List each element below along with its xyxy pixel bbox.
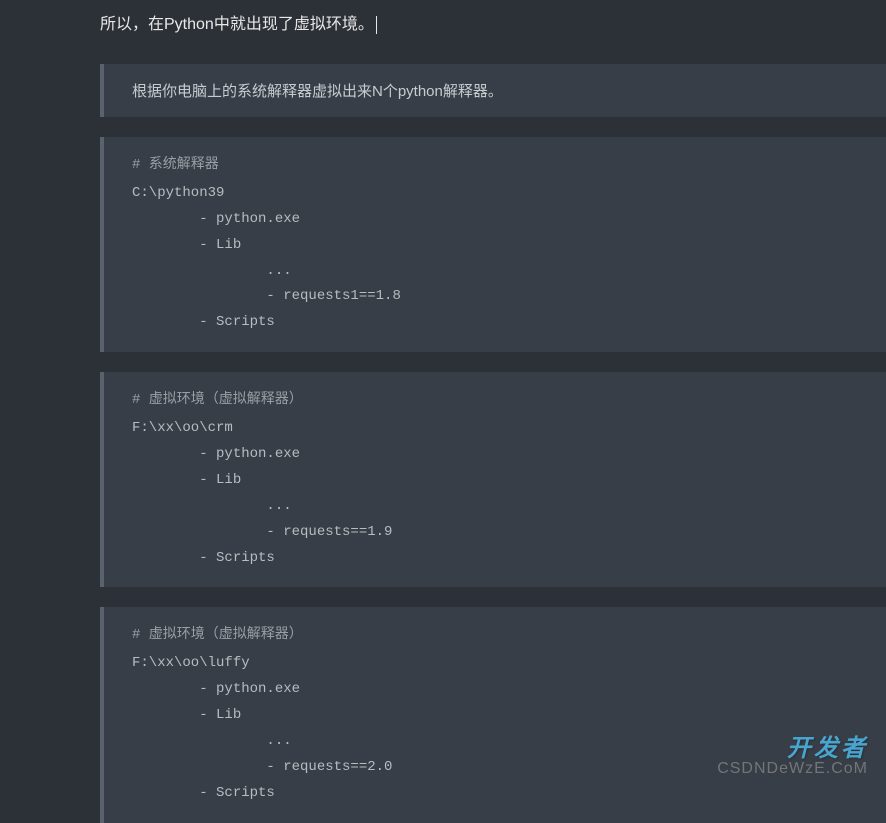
code-item: - python.exe	[132, 207, 858, 233]
code-item: ...	[132, 259, 858, 285]
code-block-2: # 虚拟环境（虚拟解释器） F:\xx\oo\crm - python.exe …	[100, 372, 886, 587]
code-path: C:\python39	[132, 181, 858, 207]
code-item: - Scripts	[132, 781, 858, 807]
quote-text: 根据你电脑上的系统解释器虚拟出来N个python解释器。	[132, 83, 503, 100]
code-item: - python.exe	[132, 442, 858, 468]
code-item: - Scripts	[132, 310, 858, 336]
intro-paragraph: 所以，在Python中就出现了虚拟环境。	[0, 0, 886, 34]
code-comment: # 系统解释器	[132, 153, 858, 179]
quote-block: 根据你电脑上的系统解释器虚拟出来N个python解释器。	[100, 64, 886, 117]
code-block-3: # 虚拟环境（虚拟解释器） F:\xx\oo\luffy - python.ex…	[100, 607, 886, 822]
code-path: F:\xx\oo\crm	[132, 416, 858, 442]
code-item: - requests==1.9	[132, 520, 858, 546]
intro-text: 所以，在Python中就出现了虚拟环境。	[100, 16, 374, 33]
code-item: - requests1==1.8	[132, 284, 858, 310]
text-cursor	[376, 16, 377, 34]
watermark: 开发者 CSDNDeWzE.CoM	[717, 728, 868, 778]
code-item: - Lib	[132, 468, 858, 494]
code-item: - Lib	[132, 233, 858, 259]
code-block-1: # 系统解释器 C:\python39 - python.exe - Lib .…	[100, 137, 886, 352]
code-comment: # 虚拟环境（虚拟解释器）	[132, 623, 858, 649]
code-comment: # 虚拟环境（虚拟解释器）	[132, 388, 858, 414]
code-item: - python.exe	[132, 677, 858, 703]
code-item: - Scripts	[132, 546, 858, 572]
code-item: ...	[132, 494, 858, 520]
code-path: F:\xx\oo\luffy	[132, 651, 858, 677]
watermark-logo-text: 开发者	[717, 728, 868, 763]
watermark-source-text: CSDNDeWzE.CoM	[717, 760, 868, 778]
code-item: - Lib	[132, 703, 858, 729]
